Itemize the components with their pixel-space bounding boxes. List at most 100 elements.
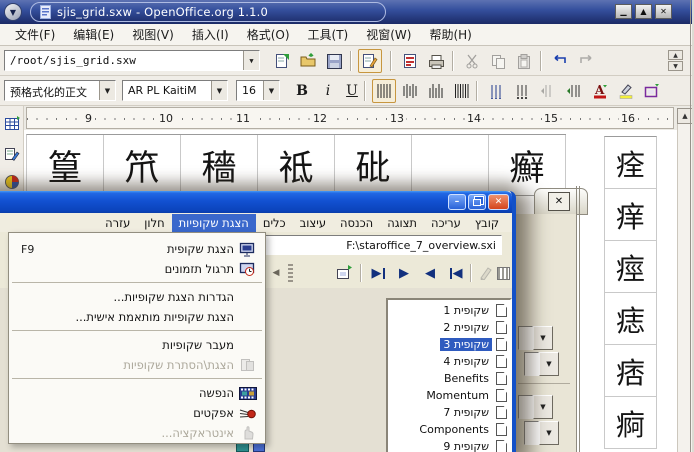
increase-indent-button[interactable] [562,79,586,103]
menu-item-slide-show-settings[interactable]: הגדרות הצגת שקופיות... [9,287,265,307]
menu-file[interactable]: קובץ [468,214,506,232]
font-size-value[interactable]: 16 [237,81,263,100]
edit-file-button[interactable] [358,49,382,73]
menu-insert[interactable]: 插入(I) [183,24,238,45]
menu-help[interactable]: 帮助(H) [420,24,480,45]
last-slide-button[interactable]: ▶ [366,261,390,285]
cut-button[interactable] [460,49,484,73]
menu-tools[interactable]: כלים [256,214,293,232]
fragment-combobox[interactable]: ▼ [518,326,555,350]
slide-list-item[interactable]: Benefits [391,370,507,387]
slide-list-item[interactable]: Momentum [391,387,507,404]
slide-list-item[interactable]: שקופית 7 [391,404,507,421]
insert-fields-button[interactable] [0,142,24,166]
impress-minimize-button[interactable]: – [448,194,466,210]
menu-slideshow[interactable]: הצגת שקופיות [172,214,256,232]
bold-button[interactable]: B [290,79,314,103]
dropdown-icon[interactable]: ▼ [539,352,559,376]
menu-item-animation[interactable]: הנפשה [9,383,265,403]
menu-format[interactable]: 格式(O) [238,24,299,45]
url-value[interactable]: /root/sjis_grid.sxw [5,51,243,70]
slide-list-item[interactable]: שקופית 1 [391,302,507,319]
slide-list-item[interactable]: שקופית 9 [391,438,507,452]
menu-window[interactable]: חלון [137,214,171,232]
menu-window[interactable]: 视窗(W) [357,24,420,45]
align-top-button[interactable] [372,79,396,103]
slide-list-item[interactable]: שקופית 2 [391,319,507,336]
undo-button[interactable] [548,49,572,73]
font-size-combobox[interactable]: 16 ▼ [236,80,280,101]
fragment-combobox[interactable]: ▼ [524,421,561,445]
url-dropdown-icon[interactable]: ▼ [243,51,259,70]
maximize-button[interactable]: ▲ [635,4,652,19]
menu-edit[interactable]: 编辑(E) [64,24,123,45]
insert-slide-button[interactable] [332,261,356,285]
underline-button[interactable]: U [340,79,364,103]
italic-button[interactable]: i [316,79,340,103]
menu-tools[interactable]: 工具(T) [299,24,358,45]
align-bottom-button[interactable] [424,79,448,103]
fragment-combobox[interactable]: ▼ [518,395,555,419]
font-name-value[interactable]: AR PL KaitiM [123,81,211,100]
toolbar-drag-handle[interactable] [288,264,293,282]
menu-item-effects[interactable]: אפקטים [9,403,265,423]
dropdown-icon[interactable]: ▼ [533,395,553,419]
menu-item-show-hide-slide[interactable]: הצגת\הסתרת שקופיות [9,355,265,375]
size-dropdown-icon[interactable]: ▼ [263,81,279,100]
dither-grid-button[interactable] [494,261,512,285]
dropdown-icon[interactable]: ▼ [533,326,553,350]
impress-close-button[interactable]: ✕ [488,194,509,210]
print-button[interactable] [424,49,448,73]
save-button[interactable] [322,49,346,73]
font-color-button[interactable]: A [588,79,612,103]
bullets-button[interactable] [510,79,534,103]
menu-item-custom-slide-show[interactable]: הצגת שקופיות מותאמת אישית... [9,307,265,327]
impress-restore-button[interactable] [468,194,486,210]
slide-list-panel[interactable]: שקופית 1 שקופית 2 שקופית 3 שקופית 4 Bene… [386,298,512,452]
style-dropdown-icon[interactable]: ▼ [99,81,115,100]
menu-item-slide-transition[interactable]: מעבר שקופיות [9,335,265,355]
menu-help[interactable]: עזרה [98,214,137,232]
impress-titlebar[interactable]: – ✕ [0,191,512,213]
fragment-close-button[interactable]: ✕ [548,192,570,211]
menu-edit[interactable]: עריכה [424,214,468,232]
fragment-combobox[interactable]: ▼ [524,352,561,376]
justify-button[interactable] [450,79,474,103]
align-center-button[interactable] [398,79,422,103]
spin-down-icon[interactable]: ▼ [668,61,683,71]
menu-insert[interactable]: הכנסה [333,214,380,232]
insert-table-button[interactable] [0,112,24,136]
window-menu-button[interactable]: ▼ [4,3,22,21]
menu-format[interactable]: עיצוב [293,214,333,232]
next-slide-button[interactable]: ▶ [392,261,416,285]
menu-view[interactable]: תצוגה [380,214,424,232]
export-pdf-button[interactable] [398,49,422,73]
horizontal-ruler[interactable]: 9 10 11 12 13 14 15 16 [26,107,674,129]
numbering-button[interactable] [484,79,508,103]
paragraph-style-combobox[interactable]: 预格式化的正文 ▼ [4,80,116,101]
first-slide-button[interactable]: ◀ [444,261,468,285]
writer-titlebar[interactable]: ▼ sjis_grid.sxw - OpenOffice.org 1.1.0 ▁… [0,0,694,24]
slide-list-item[interactable]: שקופית 4 [391,353,507,370]
slide-list-item[interactable]: Components [391,421,507,438]
copy-button[interactable] [486,49,510,73]
open-button[interactable] [296,49,320,73]
new-document-button[interactable] [270,49,294,73]
paragraph-style-value[interactable]: 预格式化的正文 [5,81,99,100]
minimize-button[interactable]: ▁ [615,4,632,19]
toolbar-collapse-icon[interactable]: ◀ [270,261,282,285]
font-dropdown-icon[interactable]: ▼ [211,81,227,100]
background-color-button[interactable] [640,79,664,103]
menu-view[interactable]: 视图(V) [123,24,183,45]
redo-button[interactable] [574,49,598,73]
paste-button[interactable] [512,49,536,73]
close-button[interactable]: ✕ [655,4,672,19]
previous-slide-button[interactable]: ◀ [418,261,442,285]
font-name-combobox[interactable]: AR PL KaitiM ▼ [122,80,228,101]
slide-list-item-selected[interactable]: שקופית 3 [391,336,507,353]
menu-file[interactable]: 文件(F) [6,24,64,45]
spin-up-icon[interactable]: ▲ [668,50,683,60]
toolbar-overflow-spinner[interactable]: ▲ ▼ [668,50,683,71]
dropdown-icon[interactable]: ▼ [539,421,559,445]
menu-item-slide-show[interactable]: הצגת שקופית F9 [9,239,265,259]
